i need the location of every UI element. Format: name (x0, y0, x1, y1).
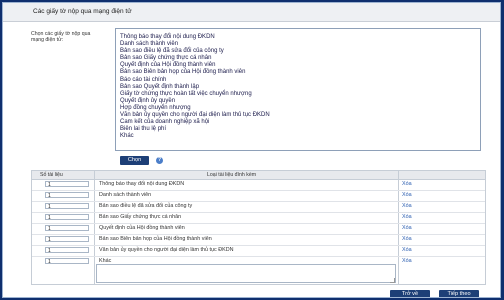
document-name: Văn bản ủy quyền cho người đại diện làm … (99, 247, 234, 253)
back-button[interactable]: Trở về (390, 290, 430, 297)
next-button[interactable]: Tiếp theo (439, 290, 479, 297)
document-option[interactable]: Bản sao Quyết định thành lập (116, 84, 480, 91)
other-document-textarea[interactable] (96, 264, 396, 283)
document-name: Bản sao điều lệ đã sửa đổi của công ty (99, 203, 193, 209)
document-type-list[interactable]: Thông báo thay đổi nội dung ĐKDN Danh sá… (115, 28, 481, 151)
quantity-input[interactable]: 1 (45, 247, 89, 254)
document-option[interactable]: Giấy tờ chứng thực hoàn tất việc chuyển … (116, 91, 480, 98)
table-row-other: 1 Khác Xóa (32, 256, 485, 284)
document-option[interactable]: Cam kết của doanh nghiệp xã hội (116, 119, 480, 126)
quantity-input[interactable]: 1 (45, 214, 89, 221)
quantity-input[interactable]: 1 (45, 181, 89, 188)
document-option[interactable]: Bản sao Biên bản họp của Hội đồng thành … (116, 69, 480, 76)
quantity-input[interactable]: 1 (45, 203, 89, 210)
resize-grip-icon[interactable] (390, 278, 395, 283)
quantity-input[interactable]: 1 (45, 192, 89, 199)
delete-link[interactable]: Xóa (402, 258, 412, 264)
delete-link[interactable]: Xóa (402, 236, 412, 242)
delete-link[interactable]: Xóa (402, 181, 412, 187)
document-option[interactable]: Biên lai thu lệ phí (116, 126, 480, 133)
choose-button[interactable]: Chọn (120, 156, 149, 165)
document-option[interactable]: Hợp đồng chuyển nhượng (116, 105, 480, 112)
document-option[interactable]: Quyết định ủy quyền (116, 98, 480, 105)
document-count-header: Số tài liệu (40, 172, 63, 178)
document-type-header: Loại tài liệu đính kèm (207, 172, 257, 178)
panel-header: Các giấy tờ nộp qua mạng điện tử (3, 3, 500, 22)
help-icon[interactable]: ? (156, 157, 163, 164)
document-option[interactable]: Thông báo thay đổi nội dung ĐKDN (116, 34, 480, 41)
quantity-input[interactable]: 1 (45, 236, 89, 243)
attached-documents-table: Số tài liệu Loại tài liệu đính kèm 1 Thô… (31, 170, 486, 285)
panel-title: Các giấy tờ nộp qua mạng điện tử (33, 8, 132, 15)
document-name: Bản sao Giấy chứng thực cá nhân (99, 214, 182, 220)
delete-link[interactable]: Xóa (402, 192, 412, 198)
document-option[interactable]: Bản sao điều lệ đã sửa đổi của công ty (116, 48, 480, 55)
document-name: Danh sách thành viên (99, 192, 152, 198)
quantity-input[interactable]: 1 (45, 258, 89, 265)
document-name: Quyết định của Hội đồng thành viên (99, 225, 185, 231)
document-name: Bản sao Biên bản họp của Hội đồng thành … (99, 236, 212, 242)
choose-documents-label: Chọn các giấy tờ nộp qua mạng điện tử: (31, 31, 91, 43)
delete-link[interactable]: Xóa (402, 214, 412, 220)
delete-link[interactable]: Xóa (402, 247, 412, 253)
delete-link[interactable]: Xóa (402, 225, 412, 231)
document-option[interactable]: Báo cáo tài chính (116, 77, 480, 84)
quantity-input[interactable]: 1 (45, 225, 89, 232)
documents-panel: Các giấy tờ nộp qua mạng điện tử Chọn cá… (2, 2, 501, 298)
delete-link[interactable]: Xóa (402, 203, 412, 209)
document-name: Thông báo thay đổi nội dung ĐKDN (99, 181, 185, 187)
document-option[interactable]: Khác (116, 133, 480, 140)
